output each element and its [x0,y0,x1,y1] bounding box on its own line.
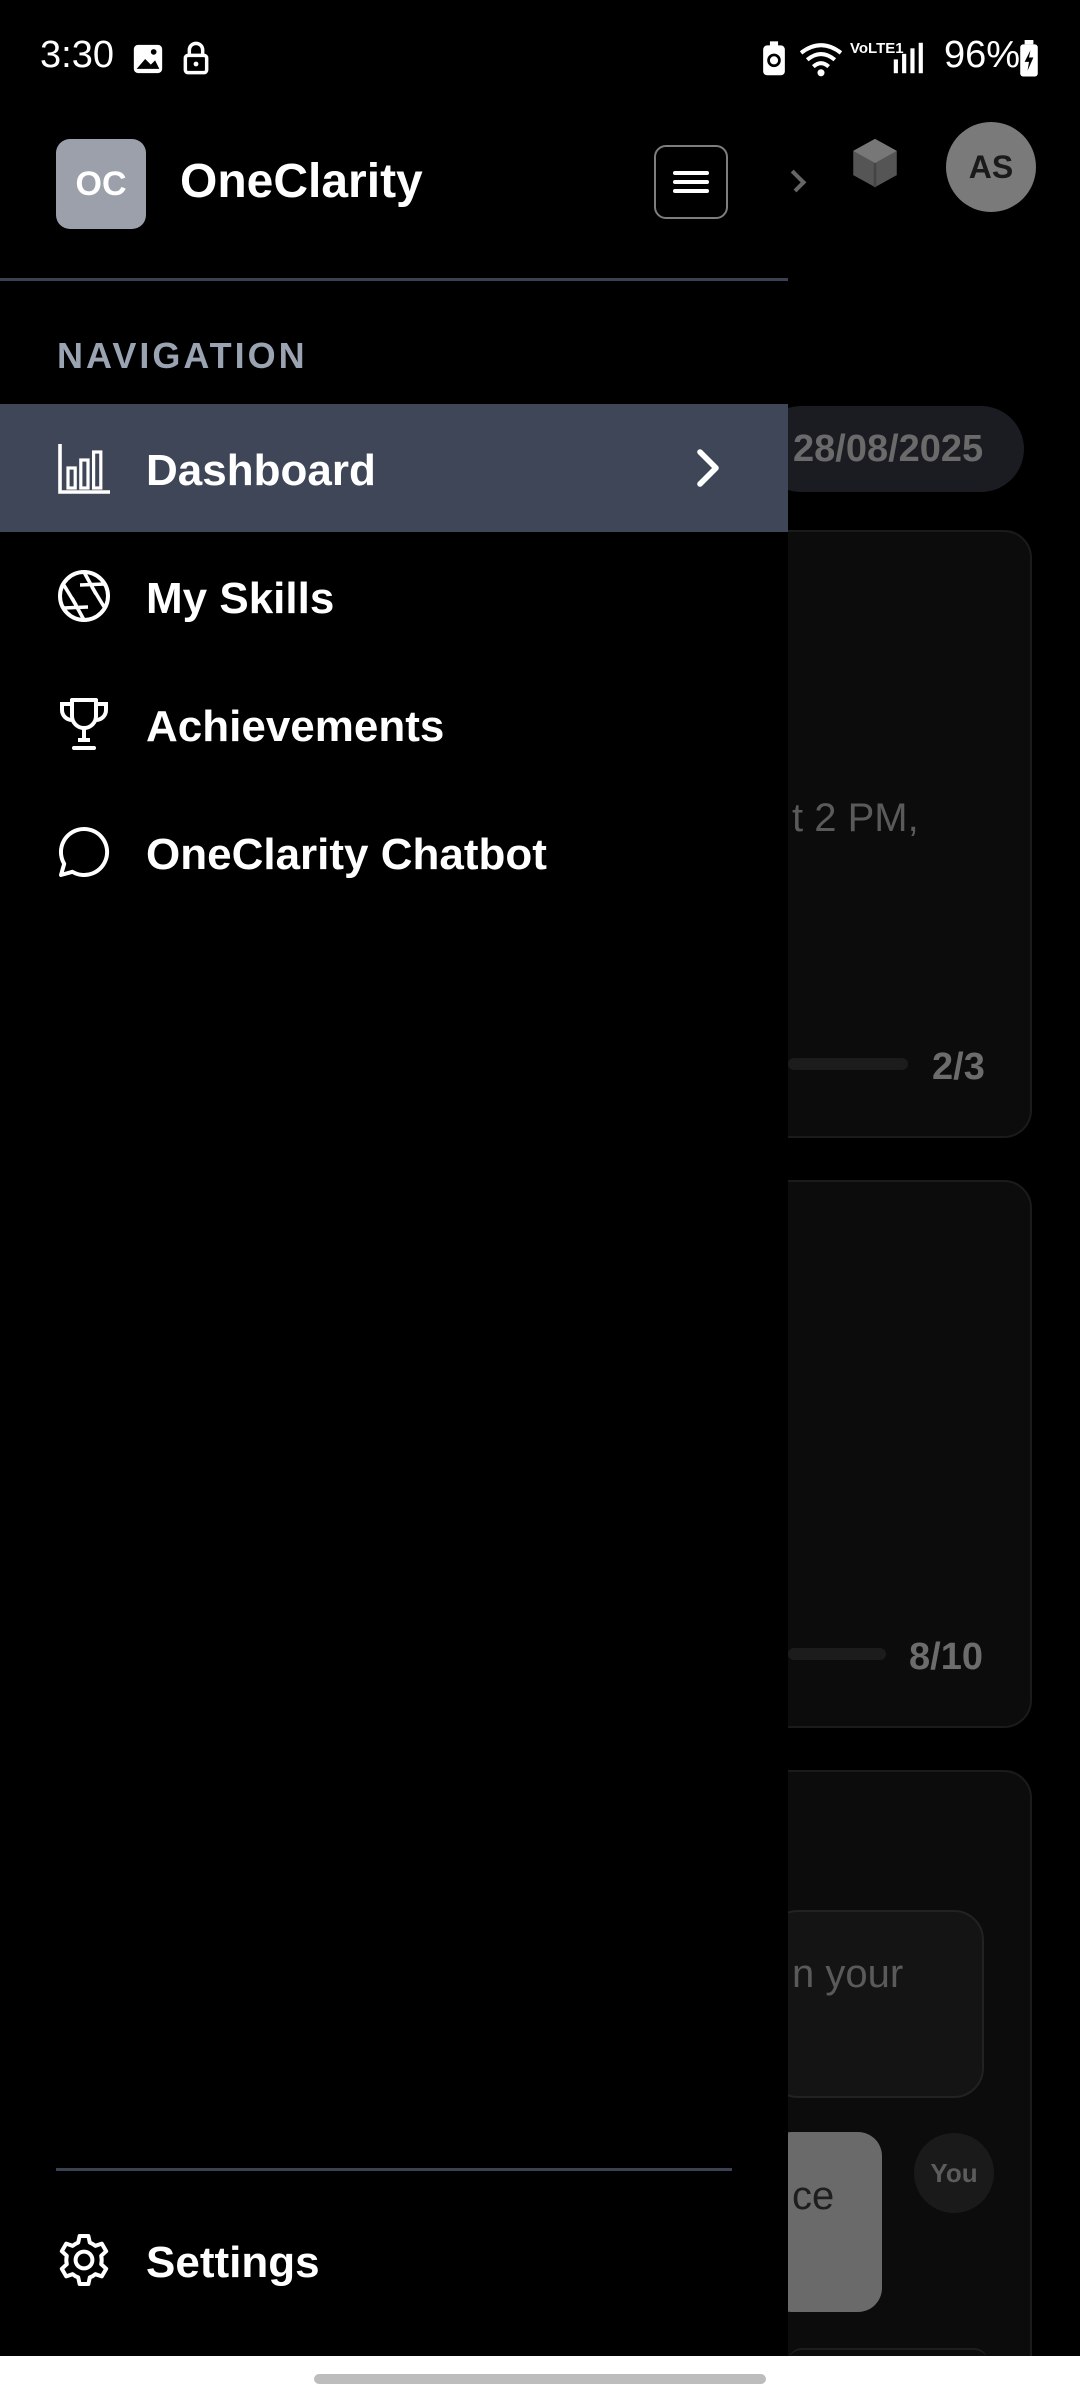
avatar-initials: AS [968,148,1014,185]
status-bar: 3:30 VoLTE1 96% [0,0,1080,120]
bar-chart-icon [58,444,110,494]
wifi-icon [799,43,843,77]
aperture-icon [58,570,110,622]
nav-label-chatbot: OneClarity Chatbot [146,830,547,879]
gallery-icon [133,44,163,74]
nav-item-chatbot[interactable]: OneClarity Chatbot [0,788,788,916]
chat-bubble-icon [58,826,110,877]
app-logo-initials: OC [75,164,127,203]
task-card-2[interactable] [748,1180,1032,1728]
app-title: OneClarity [180,155,423,208]
nav-item-settings[interactable]: Settings [0,2196,788,2324]
drawer-header-divider [0,278,788,281]
drawer-footer-divider [56,2168,732,2171]
cube-icon[interactable] [846,134,904,192]
chat-bot-text: n your [792,1952,904,1996]
nav-item-dashboard[interactable]: Dashboard [0,404,788,532]
close-drawer-button[interactable] [654,145,728,219]
signal-icon [893,42,923,74]
status-time: 3:30 [40,34,114,76]
task-card-1-text: t 2 PM, [792,796,919,840]
chevron-right-icon [697,449,719,487]
section-label-navigation: NAVIGATION [57,335,308,376]
app-logo: OC [56,139,146,229]
chat-user-text: ce [792,2174,835,2218]
nav-item-achievements[interactable]: Achievements [0,660,788,788]
data-saver-icon [763,41,785,76]
trophy-icon [60,698,108,750]
task-card-1-progress: 2/3 [932,1046,985,1088]
nav-label-dashboard: Dashboard [146,446,376,495]
hamburger-icon [673,171,709,193]
nav-label-my-skills: My Skills [146,574,335,623]
home-gesture-pill[interactable] [314,2374,766,2384]
chat-user-avatar: You [914,2133,994,2213]
avatar[interactable]: AS [946,122,1036,212]
lock-icon [183,41,209,75]
nav-label-achievements: Achievements [146,702,445,751]
chat-bot-bubble [768,1910,984,2098]
volte-indicator: VoLTE1 [850,40,904,57]
navigation-drawer: OC OneClarity NAVIGATION Dashboard My Sk… [0,0,788,2356]
system-navigation-bar [0,2356,1080,2400]
background-app-peek: AS 28/08/2025 t 2 PM, 2/3 8/10 n your ce… [748,0,1080,2394]
nav-item-my-skills[interactable]: My Skills [0,532,788,660]
task-card-2-progress: 8/10 [909,1636,983,1678]
date-text: 28/08/2025 [793,428,984,470]
task-card-2-progress-track [788,1648,886,1660]
battery-percent: 96% [943,34,1020,76]
gear-icon [59,2234,109,2286]
nav-label-settings: Settings [146,2238,320,2287]
task-card-1-progress-track [788,1058,908,1070]
battery-charging-icon [1020,40,1038,77]
chat-user-avatar-label: You [930,2157,978,2188]
